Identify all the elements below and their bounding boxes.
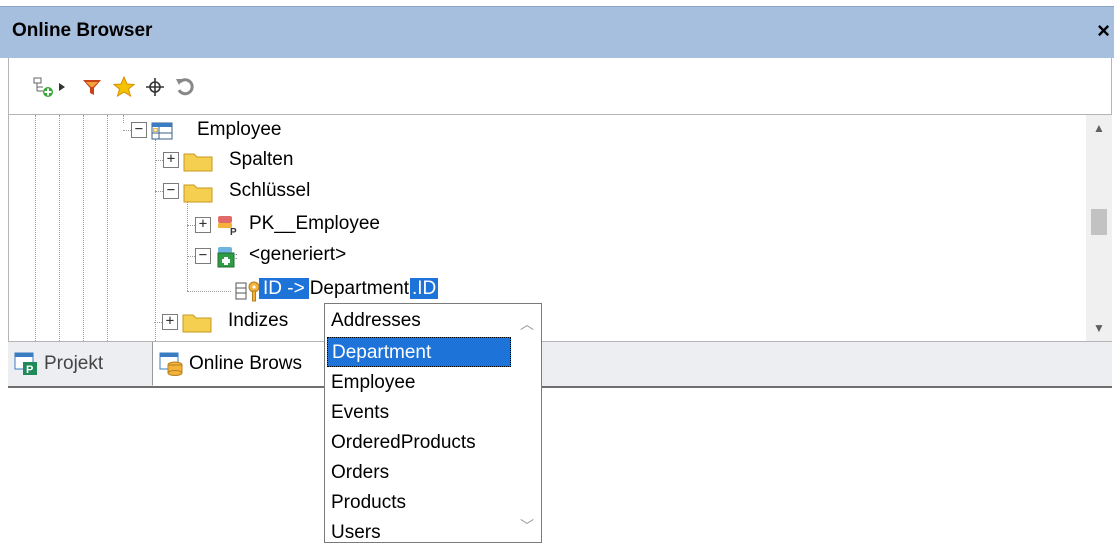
title-bar: Online Browser × [0, 6, 1114, 58]
locate-crosshair-icon[interactable] [142, 74, 168, 100]
dropdown-item[interactable]: Orders [327, 458, 389, 488]
favorites-star-icon[interactable] [111, 74, 137, 100]
folder-icon [183, 181, 213, 208]
relation-right-selection: .ID [409, 278, 439, 299]
primary-key-icon: P [217, 214, 241, 241]
tree-node-pk-employee[interactable]: PK__Employee [249, 213, 380, 235]
expand-toggle[interactable]: + [195, 217, 211, 233]
filter-icon[interactable] [79, 74, 105, 100]
dropdown-item[interactable]: Employee [327, 368, 416, 398]
tree-node-indizes[interactable]: Indizes [228, 310, 288, 332]
tree-guide-line [35, 115, 36, 341]
tree-guide-line [123, 115, 124, 123]
scroll-thumb[interactable] [1091, 209, 1107, 235]
scroll-up-icon[interactable]: ▲ [1086, 115, 1112, 141]
dropdown-arrow-icon[interactable] [55, 74, 69, 100]
dropdown-scrollbar[interactable]: ︿ ﹀ [513, 304, 541, 542]
collapse-toggle[interactable]: − [163, 183, 179, 199]
tree-node-generiert[interactable]: <generiert> [249, 244, 346, 266]
svg-text:P: P [230, 227, 237, 236]
chevron-up-icon[interactable]: ︿ [519, 316, 535, 332]
tree-guide-line [59, 115, 60, 341]
database-tree: − Employee + Spalten − Schlüssel + P PK_… [8, 114, 1112, 342]
project-icon: P [14, 352, 40, 376]
folder-icon [183, 150, 213, 177]
close-icon[interactable]: × [1097, 18, 1110, 44]
tree-guide-line [107, 115, 108, 341]
tab-projekt[interactable]: P Projekt [8, 342, 150, 386]
table-icon [151, 121, 173, 146]
dropdown-item[interactable]: Addresses [327, 306, 421, 336]
tree-guide-line [187, 263, 188, 291]
expand-toggle[interactable]: + [163, 152, 179, 168]
table-dropdown-list[interactable]: Addresses Department Employee Events Ord… [324, 303, 542, 543]
foreign-key-icon: : [217, 245, 241, 274]
relation-editor[interactable]: ID -> Department .ID [259, 275, 439, 303]
online-browser-icon [159, 352, 185, 376]
dropdown-item[interactable]: Users [327, 518, 381, 542]
tab-online-browser[interactable]: Online Brows [152, 342, 332, 386]
collapse-toggle[interactable]: − [195, 248, 211, 264]
panel-tabs: P Projekt Online Brows [8, 342, 1112, 388]
tree-node-spalten[interactable]: Spalten [229, 149, 293, 171]
tree-scrollbar[interactable]: ▲ ▼ [1086, 115, 1112, 341]
dropdown-item[interactable]: OrderedProducts [327, 428, 476, 458]
tree-node-schluessel[interactable]: Schlüssel [229, 180, 310, 202]
dropdown-item[interactable]: Products [327, 488, 406, 518]
tree-guide-line [83, 115, 84, 341]
folder-icon [182, 311, 212, 338]
online-browser-window: Online Browser × − Employee + Spalten − … [0, 0, 1114, 543]
refresh-icon[interactable] [172, 74, 198, 100]
dropdown-item[interactable]: Events [327, 398, 389, 428]
chevron-down-icon[interactable]: ﹀ [519, 518, 535, 534]
toolbar [8, 58, 1112, 114]
collapse-toggle[interactable]: − [131, 122, 147, 138]
tree-guide-line [155, 139, 156, 341]
expand-toggle[interactable]: + [162, 314, 178, 330]
tree-node-employee[interactable]: Employee [197, 119, 282, 141]
window-title: Online Browser [12, 20, 153, 41]
dropdown-item-selected[interactable]: Department [327, 337, 511, 367]
relation-left-selection: ID -> [259, 278, 309, 299]
svg-text:P: P [26, 364, 33, 376]
tree-guide-line [187, 199, 188, 261]
svg-text::: : [235, 251, 238, 261]
relation-table-text: Department [309, 278, 409, 299]
scroll-down-icon[interactable]: ▼ [1086, 315, 1112, 341]
add-object-icon[interactable] [31, 74, 57, 100]
